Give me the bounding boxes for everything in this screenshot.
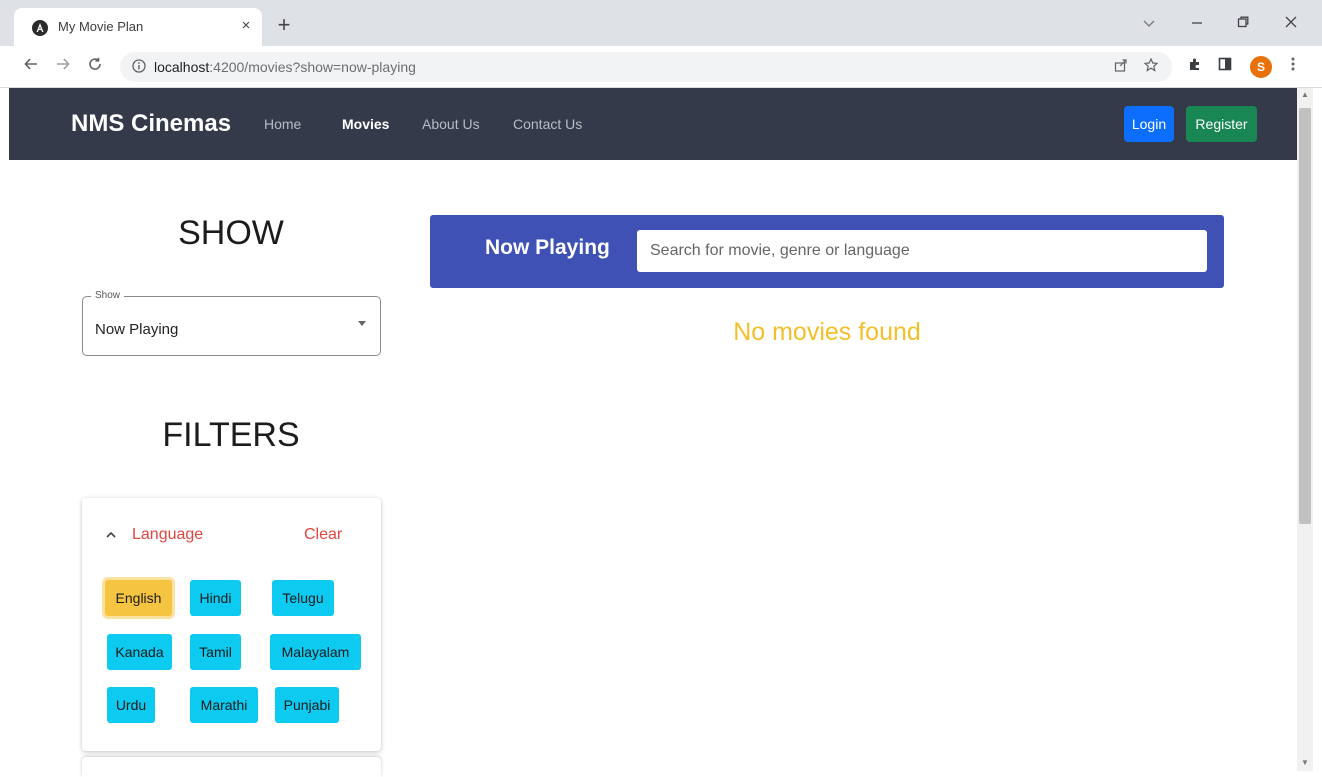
language-chip-malayalam[interactable]: Malayalam bbox=[270, 634, 361, 670]
language-chip-english[interactable]: English bbox=[105, 580, 172, 616]
browser-tab[interactable]: My Movie Plan × bbox=[14, 8, 262, 46]
close-window-icon[interactable] bbox=[1276, 10, 1306, 36]
register-button[interactable]: Register bbox=[1186, 106, 1257, 142]
section-title: Now Playing bbox=[485, 236, 610, 259]
empty-state-message: No movies found bbox=[733, 318, 921, 346]
url-host: localhost bbox=[154, 59, 210, 75]
nav-link-about-us[interactable]: About Us bbox=[422, 116, 480, 132]
menu-dots-icon[interactable] bbox=[1282, 56, 1304, 78]
scroll-down-arrow-icon[interactable]: ▼ bbox=[1297, 756, 1313, 770]
nav-link-home[interactable]: Home bbox=[264, 116, 301, 132]
language-chip-punjabi[interactable]: Punjabi bbox=[275, 687, 339, 723]
language-chip-marathi[interactable]: Marathi bbox=[190, 687, 258, 723]
browser-tab-strip: My Movie Plan × + bbox=[0, 0, 1322, 46]
angular-favicon-icon bbox=[32, 20, 48, 36]
language-chip-telugu[interactable]: Telugu bbox=[272, 580, 334, 616]
show-select[interactable]: Show Now Playing bbox=[82, 290, 381, 356]
info-icon[interactable] bbox=[132, 59, 146, 73]
forward-arrow-icon[interactable] bbox=[52, 56, 74, 78]
language-chip-urdu[interactable]: Urdu bbox=[107, 687, 155, 723]
tab-title: My Movie Plan bbox=[58, 19, 144, 34]
url-text: localhost:4200/movies?show=now-playing bbox=[154, 59, 416, 75]
language-chip-hindi[interactable]: Hindi bbox=[190, 580, 241, 616]
scroll-up-arrow-icon[interactable]: ▲ bbox=[1297, 88, 1313, 102]
clear-filter-link[interactable]: Clear bbox=[304, 526, 342, 544]
next-filter-panel bbox=[82, 757, 381, 777]
show-heading: SHOW bbox=[178, 214, 284, 252]
share-icon[interactable] bbox=[1112, 58, 1130, 76]
movie-search-bar: Now Playing bbox=[430, 215, 1224, 288]
show-select-value: Now Playing bbox=[95, 321, 179, 338]
nav-link-movies[interactable]: Movies bbox=[342, 116, 389, 132]
filters-heading: FILTERS bbox=[162, 416, 300, 454]
dropdown-arrow-icon[interactable] bbox=[358, 321, 366, 326]
url-path: :4200/movies?show=now-playing bbox=[209, 59, 416, 75]
star-icon[interactable] bbox=[1142, 57, 1160, 76]
language-filter-panel: Language Clear English Hindi Telugu Kana… bbox=[82, 498, 381, 751]
reload-icon[interactable] bbox=[84, 56, 106, 78]
restore-icon[interactable] bbox=[1228, 10, 1258, 36]
tab-search-icon[interactable] bbox=[1134, 10, 1164, 36]
minimize-icon[interactable] bbox=[1182, 10, 1212, 36]
new-tab-button[interactable]: + bbox=[272, 14, 296, 38]
tab-close-icon[interactable]: × bbox=[236, 16, 256, 36]
brand-logo-text[interactable]: NMS Cinemas bbox=[71, 110, 231, 138]
language-chip-tamil[interactable]: Tamil bbox=[190, 634, 241, 670]
page-scrollbar[interactable]: ▲ ▼ bbox=[1297, 88, 1313, 771]
app-navbar: NMS Cinemas Home Movies About Us Contact… bbox=[9, 88, 1297, 160]
address-bar[interactable]: localhost:4200/movies?show=now-playing bbox=[120, 52, 1172, 82]
back-arrow-icon[interactable] bbox=[20, 56, 42, 78]
login-button[interactable]: Login bbox=[1124, 106, 1174, 142]
language-chip-kanada[interactable]: Kanada bbox=[107, 634, 172, 670]
extensions-icon[interactable] bbox=[1184, 56, 1206, 78]
show-select-legend: Show bbox=[91, 290, 125, 301]
profile-avatar[interactable]: S bbox=[1250, 56, 1272, 78]
language-filter-label[interactable]: Language bbox=[132, 526, 203, 544]
sidepanel-icon[interactable] bbox=[1214, 56, 1236, 78]
search-input[interactable] bbox=[637, 230, 1207, 272]
nav-link-contact-us[interactable]: Contact Us bbox=[513, 116, 582, 132]
chevron-up-icon[interactable] bbox=[104, 528, 118, 542]
browser-toolbar: localhost:4200/movies?show=now-playing S bbox=[0, 46, 1322, 88]
scrollbar-thumb[interactable] bbox=[1299, 108, 1311, 524]
